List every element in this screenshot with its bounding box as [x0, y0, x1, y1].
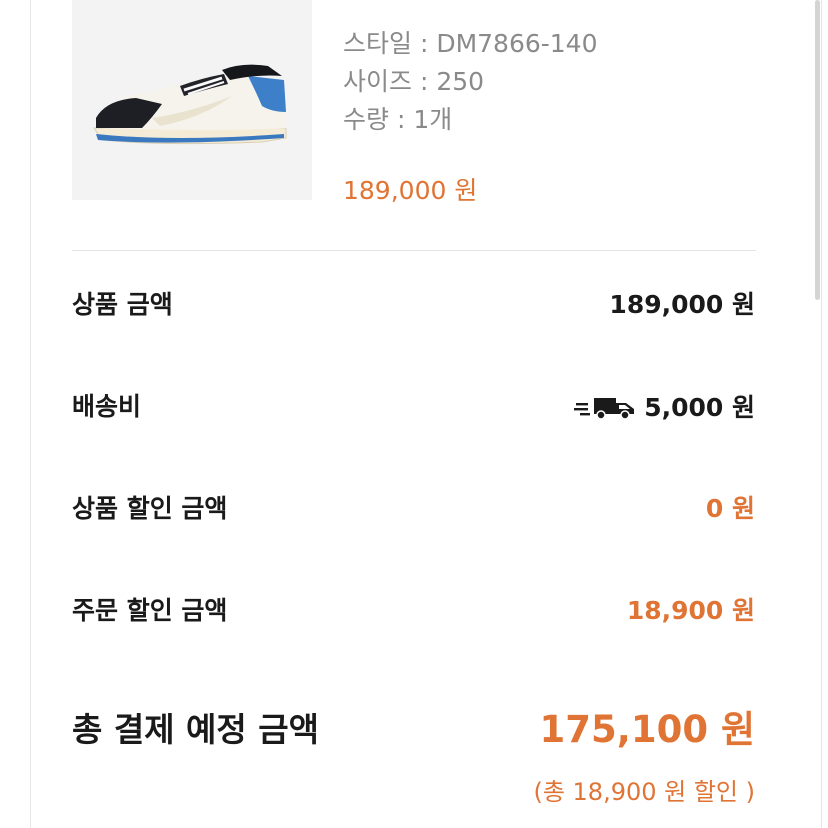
shipping-fee: 5,000 원: [574, 394, 755, 420]
product-amount-value: 189,000 원: [609, 290, 755, 319]
product-size: 사이즈 : 250: [343, 67, 485, 96]
product-quantity: 수량 : 1개: [343, 105, 453, 134]
delivery-truck-icon: [574, 394, 638, 420]
scrollbar[interactable]: [815, 0, 820, 300]
total-value: 175,100 원: [539, 708, 755, 751]
shipping-label: 배송비: [72, 392, 142, 421]
product-discount-label: 상품 할인 금액: [72, 494, 228, 523]
product-image: [72, 0, 312, 200]
shipping-value: 5,000 원: [644, 392, 755, 422]
total-discount-note: (총 18,900 원 할인 ): [533, 778, 755, 806]
section-divider: [72, 250, 756, 251]
product-price: 189,000 원: [343, 176, 478, 205]
product-discount-value: 0 원: [705, 494, 755, 523]
product-amount-label: 상품 금액: [72, 290, 173, 319]
product-style: 스타일 : DM7866-140: [343, 29, 598, 58]
order-discount-label: 주문 할인 금액: [72, 596, 228, 625]
total-label: 총 결제 예정 금액: [72, 710, 319, 749]
sneaker-image: [93, 64, 287, 145]
order-discount-value: 18,900 원: [626, 596, 755, 625]
